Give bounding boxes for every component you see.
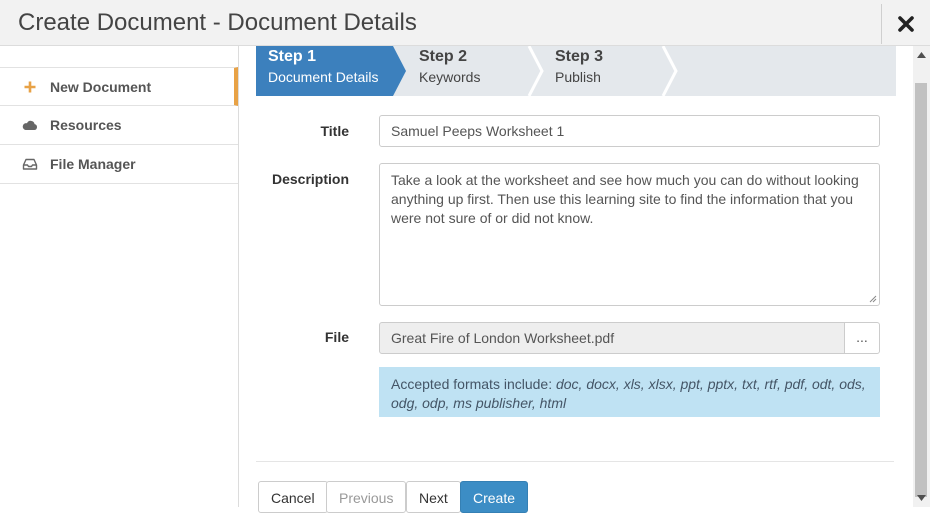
plus-icon [24,81,36,93]
close-button[interactable] [881,4,930,44]
step-1-subtitle: Document Details [268,69,379,85]
file-label: File [324,329,349,345]
description-label: Description [271,171,349,187]
modal-title: Create Document - Document Details [18,9,417,36]
sidebar-item-label: New Document [50,79,152,95]
step-3[interactable]: Step 3 Publish [555,47,603,87]
step-2-subtitle: Keywords [419,69,481,85]
scroll-up-arrow-icon[interactable] [917,52,926,58]
sidebar-item-resources[interactable]: Resources [0,106,238,145]
cancel-button[interactable]: Cancel [258,481,328,513]
title-label: Title [320,123,349,139]
step-2-title: Step 2 [419,48,468,65]
file-name-field[interactable]: Great Fire of London Worksheet.pdf [379,322,845,354]
inbox-icon [22,158,38,170]
accepted-formats-note: Accepted formats include: doc, docx, xls… [379,367,880,417]
accepted-formats-intro: Accepted formats include: [391,376,556,392]
browse-file-button[interactable]: ... [844,322,880,354]
title-input[interactable]: Samuel Peeps Worksheet 1 [379,115,880,147]
sidebar: New Document Resources File Manager [0,46,239,507]
modal-header: Create Document - Document Details [0,0,930,46]
sidebar-item-label: File Manager [50,156,136,172]
description-textarea[interactable]: Take a look at the worksheet and see how… [379,163,880,306]
step-1[interactable]: Step 1 Document Details [268,47,379,87]
scroll-down-arrow-icon[interactable] [917,495,926,501]
step-wizard: Step 1 Document Details Step 2 Keywords … [256,46,896,96]
sidebar-item-new-document[interactable]: New Document [0,67,238,106]
close-icon [898,16,914,32]
cloud-icon [22,120,38,130]
scrollbar[interactable] [913,46,930,507]
description-text: Take a look at the worksheet and see how… [391,172,859,226]
step-3-subtitle: Publish [555,69,601,85]
footer-divider [256,461,894,462]
create-button[interactable]: Create [460,481,529,513]
sidebar-item-label: Resources [50,117,122,133]
step-1-title: Step 1 [268,48,317,65]
resize-handle-icon[interactable] [869,295,877,303]
scrollbar-thumb[interactable] [915,83,927,497]
step-2[interactable]: Step 2 Keywords [419,47,480,87]
step-3-title: Step 3 [555,48,604,65]
next-button[interactable]: Next [406,481,461,513]
previous-button[interactable]: Previous [326,481,407,513]
sidebar-item-file-manager[interactable]: File Manager [0,145,238,184]
